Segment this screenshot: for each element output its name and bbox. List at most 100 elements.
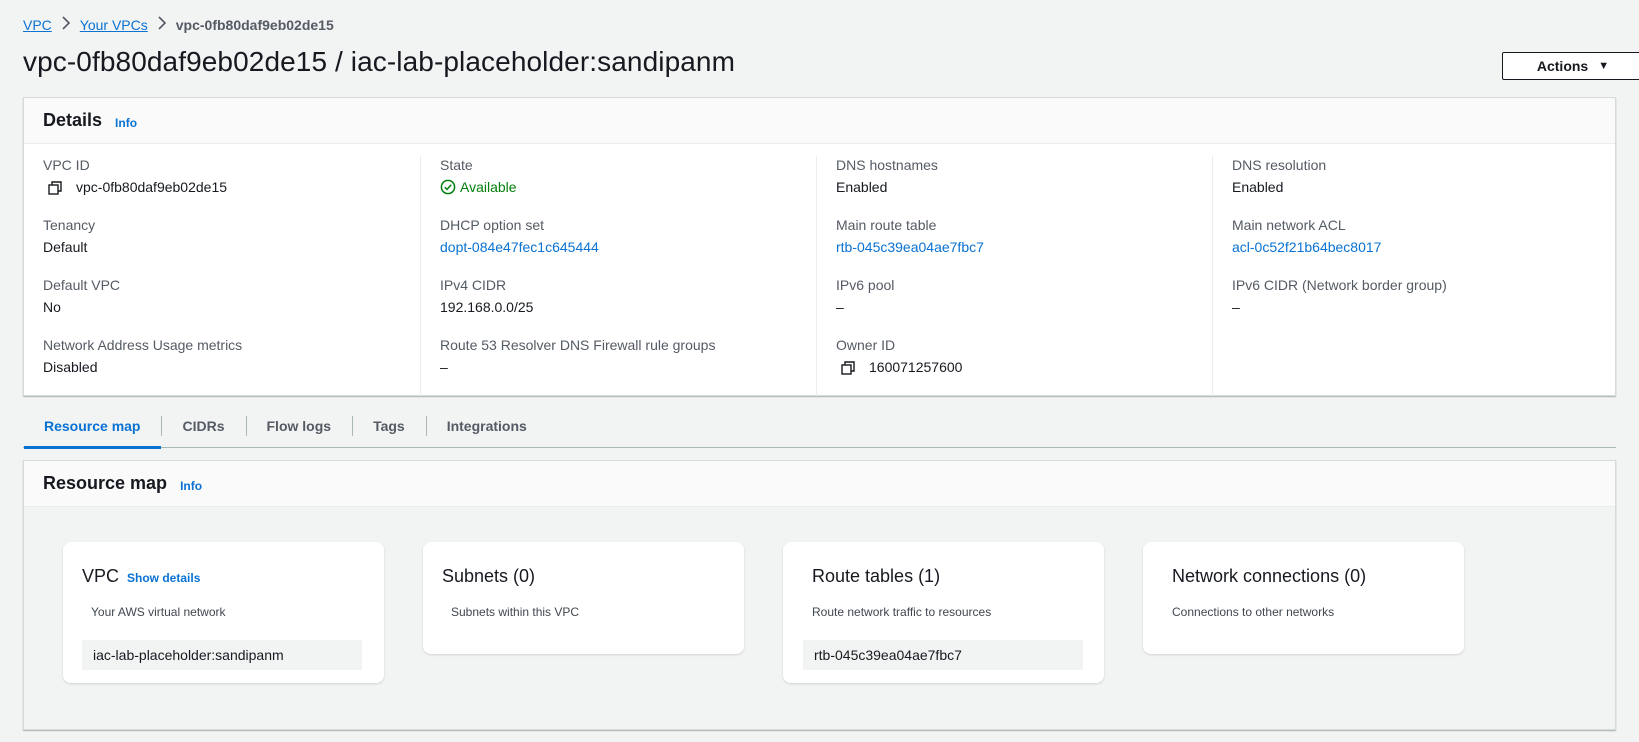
field-default-vpc: Default VPC No	[43, 276, 420, 336]
field-value: Default	[43, 239, 88, 255]
field-route53-resolver: Route 53 Resolver DNS Firewall rule grou…	[440, 336, 816, 396]
field-label: DHCP option set	[440, 217, 545, 233]
card-subtitle: Subnets within this VPC	[451, 605, 580, 619]
field-label: IPv6 pool	[836, 277, 895, 293]
field-value-row: dopt-084e47fec1c645444	[440, 237, 816, 257]
field-value-row: 160071257600	[836, 357, 1212, 377]
field-main-network-acl: Main network ACL acl-0c52f21b64bec8017	[1232, 216, 1608, 276]
field-value: Enabled	[836, 179, 888, 195]
route-table-chip[interactable]: rtb-045c39ea04ae7fbc7	[803, 640, 1083, 670]
tab-tags[interactable]: Tags	[352, 404, 426, 448]
resource-map-title: Resource map	[43, 473, 168, 493]
network-connections-card-title: Network connections (0)	[1172, 566, 1367, 586]
chevron-right-icon	[148, 16, 176, 34]
card-title: VPC Show details	[82, 566, 200, 587]
field-label: Tenancy	[43, 217, 96, 233]
field-dhcp-option-set: DHCP option set dopt-084e47fec1c645444	[440, 216, 816, 276]
field-value: No	[43, 299, 61, 315]
status-badge: Available	[440, 177, 517, 197]
main-network-acl-link[interactable]: acl-0c52f21b64bec8017	[1232, 237, 1381, 257]
field-label: Main route table	[836, 217, 937, 233]
details-column: DNS resolution Enabled Main network ACL …	[1212, 156, 1608, 396]
field-vpc-id: VPC ID vpc-0fb80daf9eb02de15	[43, 156, 420, 216]
field-ipv6-cidr: IPv6 CIDR (Network border group) –	[1232, 276, 1608, 336]
field-dns-hostnames: DNS hostnames Enabled	[836, 156, 1212, 216]
subnets-card: Subnets (0) Subnets within this VPC	[423, 542, 744, 654]
copy-icon[interactable]	[841, 360, 855, 375]
route-tables-card: Route tables (1) Route network traffic t…	[783, 542, 1104, 683]
route-tables-card-title: Route tables (1)	[812, 566, 941, 586]
field-label: State	[440, 157, 473, 173]
field-label: DNS resolution	[1232, 157, 1327, 173]
details-column: State Available DHCP option set dopt-084…	[420, 156, 816, 396]
tab-bar: Resource map CIDRs Flow logs Tags Integr…	[23, 404, 1616, 449]
field-owner-id: Owner ID 160071257600	[836, 336, 1212, 396]
field-ipv4-cidr: IPv4 CIDR 192.168.0.0/25	[440, 276, 816, 336]
field-network-address-usage: Network Address Usage metrics Disabled	[43, 336, 420, 396]
dhcp-option-set-link[interactable]: dopt-084e47fec1c645444	[440, 237, 599, 257]
field-state: State Available	[440, 156, 816, 216]
vpc-chip[interactable]: iac-lab-placeholder:sandipanm	[82, 640, 362, 670]
field-value: Disabled	[43, 359, 98, 375]
field-value-row: Available	[440, 177, 816, 197]
field-label: Main network ACL	[1232, 217, 1346, 233]
details-column: VPC ID vpc-0fb80daf9eb02de15 Tenancy Def…	[24, 156, 420, 396]
field-label: IPv6 CIDR (Network border group)	[1232, 277, 1447, 293]
field-value: Enabled	[1232, 179, 1284, 195]
breadcrumb-vpc[interactable]: VPC	[23, 17, 52, 33]
field-value-row: vpc-0fb80daf9eb02de15	[43, 177, 420, 197]
field-value: –	[440, 359, 448, 375]
card-subtitle: Connections to other networks	[1172, 605, 1335, 619]
field-label: Network Address Usage metrics	[43, 337, 243, 353]
details-column: DNS hostnames Enabled Main route table r…	[816, 156, 1212, 396]
vpc-card-title: VPC	[82, 566, 120, 586]
field-label: Owner ID	[836, 337, 896, 353]
show-details-link[interactable]: Show details	[127, 571, 200, 585]
resource-map-info-link[interactable]: Info	[180, 479, 202, 493]
field-value-row: acl-0c52f21b64bec8017	[1232, 237, 1608, 257]
check-circle-icon	[440, 179, 456, 195]
field-main-route-table: Main route table rtb-045c39ea04ae7fbc7	[836, 216, 1212, 276]
main-route-table-link[interactable]: rtb-045c39ea04ae7fbc7	[836, 237, 984, 257]
page-title: vpc-0fb80daf9eb02de15 / iac-lab-placehol…	[23, 46, 736, 77]
breadcrumb-current: vpc-0fb80daf9eb02de15	[175, 17, 334, 33]
status-text: Available	[460, 179, 517, 195]
breadcrumb-your-vpcs[interactable]: Your VPCs	[80, 17, 148, 33]
details-title: Details	[43, 110, 103, 130]
chevron-right-icon	[52, 16, 80, 34]
field-value: –	[1232, 299, 1240, 315]
field-value: vpc-0fb80daf9eb02de15	[76, 179, 228, 195]
caret-down-icon: ▼	[1598, 60, 1610, 72]
subnets-card-title: Subnets (0)	[442, 566, 536, 586]
breadcrumb: VPC Your VPCs vpc-0fb80daf9eb02de15	[23, 16, 334, 34]
tab-flow-logs[interactable]: Flow logs	[245, 404, 353, 448]
tab-cidrs[interactable]: CIDRs	[161, 404, 245, 448]
field-dns-resolution: DNS resolution Enabled	[1232, 156, 1608, 216]
field-label: Route 53 Resolver DNS Firewall rule grou…	[440, 337, 716, 353]
card-subtitle: Your AWS virtual network	[91, 605, 226, 619]
vpc-card: VPC Show details Your AWS virtual networ…	[63, 542, 384, 683]
field-value: –	[836, 299, 844, 315]
resource-map-panel: Resource map Info VPC Show details Your …	[23, 460, 1616, 730]
actions-button-label: Actions	[1536, 58, 1589, 74]
details-panel: Details Info VPC ID vpc-0fb80daf9eb02de1…	[23, 97, 1616, 396]
field-value: 192.168.0.0/25	[440, 299, 534, 315]
field-tenancy: Tenancy Default	[43, 216, 420, 276]
field-label: VPC ID	[43, 157, 90, 173]
details-panel-header: Details Info	[24, 98, 1615, 144]
details-info-link[interactable]: Info	[115, 116, 137, 130]
field-ipv6-pool: IPv6 pool –	[836, 276, 1212, 336]
card-subtitle: Route network traffic to resources	[812, 605, 992, 619]
field-value-row: rtb-045c39ea04ae7fbc7	[836, 237, 1212, 257]
tab-integrations[interactable]: Integrations	[425, 404, 548, 448]
resource-map-header: Resource map Info	[24, 461, 1615, 507]
details-grid: VPC ID vpc-0fb80daf9eb02de15 Tenancy Def…	[24, 156, 1615, 396]
field-label: Default VPC	[43, 277, 121, 293]
copy-icon[interactable]	[48, 180, 62, 195]
tab-resource-map[interactable]: Resource map	[23, 404, 162, 449]
field-label: DNS hostnames	[836, 157, 938, 173]
actions-button[interactable]: Actions ▼	[1502, 52, 1639, 80]
field-label: IPv4 CIDR	[440, 277, 507, 293]
network-connections-card: Network connections (0) Connections to o…	[1143, 542, 1464, 654]
field-value: 160071257600	[869, 359, 963, 375]
